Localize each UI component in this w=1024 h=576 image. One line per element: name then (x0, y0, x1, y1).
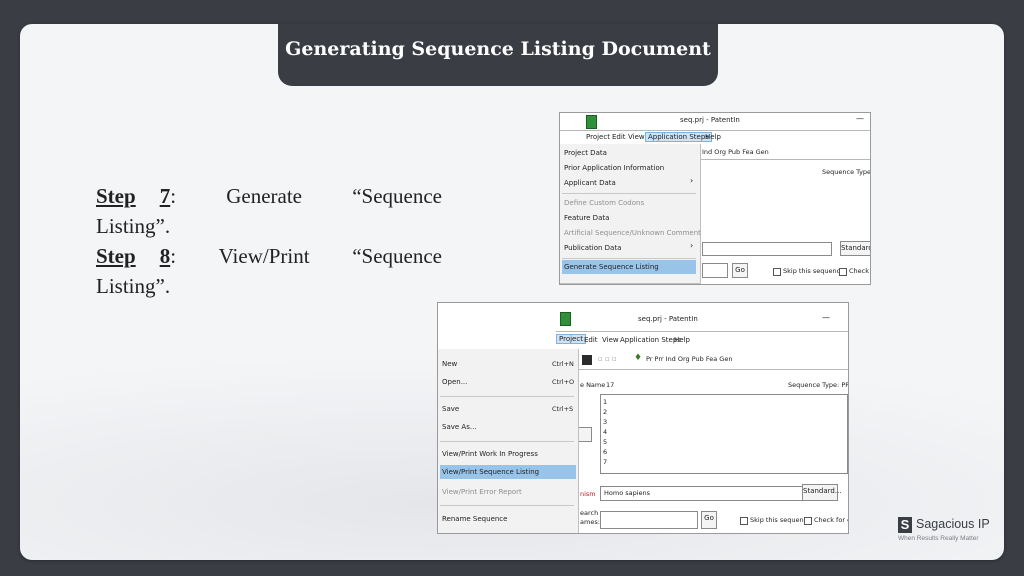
skip-sequence-checkbox[interactable] (773, 268, 781, 276)
patentin-app-icon (586, 115, 597, 129)
step-7-label: Step 7 (96, 184, 171, 208)
patentin-app-icon (560, 312, 571, 326)
standard-button[interactable]: Standard... (840, 241, 870, 256)
sequence-name-value: 17 (606, 381, 615, 389)
brand-tagline: When Results Really Matter (898, 535, 979, 542)
menu-item-artificial-sequence[interactable]: Artificial Sequence/Unknown Comment (562, 226, 701, 240)
go-button[interactable]: Go (732, 263, 748, 278)
skip-sequence-checkbox[interactable] (740, 517, 748, 525)
step-7-line: Step 7: Generate “Sequence (96, 184, 442, 208)
logo-mark-icon: S (898, 517, 912, 533)
check-label: Check fo (849, 267, 870, 275)
organism-label: nism (580, 490, 596, 498)
shortcut-open: Ctrl+O (552, 378, 575, 386)
menu-item-view-print-sequence-listing[interactable]: View/Print Sequence Listing (440, 465, 576, 479)
menu-help[interactable]: Help (705, 133, 721, 141)
submenu-arrow-icon: › (690, 176, 694, 185)
sequence-name-label: e Name (580, 381, 606, 389)
menu-application-steps[interactable]: Application Steps (645, 132, 712, 142)
key-icon[interactable]: ♦ (634, 353, 642, 363)
menu-item-view-print-work-in-progress[interactable]: View/Print Work In Progress (440, 447, 572, 461)
menu-item-rename-sequence[interactable]: Rename Sequence (440, 512, 572, 526)
step-8-continuation: Listing”. (96, 274, 171, 298)
minimize-button[interactable]: — (856, 114, 864, 123)
menu-view[interactable]: View (628, 133, 645, 141)
skip-sequence-label: Skip this sequence (750, 516, 812, 524)
side-button[interactable] (578, 427, 592, 442)
window-title: seq.prj - PatentIn (680, 116, 740, 124)
step-7-continuation: Listing”. (96, 214, 171, 238)
check-checkbox[interactable] (839, 268, 847, 276)
toolbar-buttons[interactable]: Ind Org Pub Fea Gen (702, 148, 769, 156)
project-dropdown: New Ctrl+N Open... Ctrl+O Save Ctrl+S Sa… (438, 349, 579, 533)
menu-item-generate-sequence-listing[interactable]: Generate Sequence Listing (562, 260, 696, 274)
menu-item-prior-application[interactable]: Prior Application Information (562, 161, 664, 175)
sequence-type-label: Sequence Type: PRT (788, 381, 849, 389)
step-8-label: Step 8 (96, 244, 171, 268)
organism-field[interactable] (702, 242, 832, 256)
menu-edit[interactable]: Edit (612, 133, 626, 141)
minimize-button[interactable]: — (822, 313, 830, 322)
save-toolbar-icon[interactable] (582, 355, 592, 365)
shortcut-save: Ctrl+S (552, 405, 574, 413)
search-field[interactable] (702, 263, 728, 278)
screenshot-application-steps-menu: seq.prj - PatentIn — Project Edit View A… (559, 112, 871, 285)
go-button[interactable]: Go (701, 511, 717, 529)
menu-item-applicant-data[interactable]: Applicant Data (562, 176, 616, 190)
submenu-arrow-icon: › (690, 241, 694, 250)
search-label: earch (580, 509, 599, 517)
menu-view[interactable]: View (602, 336, 619, 344)
skip-sequence-label: Skip this sequence (783, 267, 845, 275)
toolbar-disabled-icons: ▫ ▫ ▫ (598, 355, 617, 363)
menu-item-publication-data[interactable]: Publication Data (562, 241, 621, 255)
application-steps-dropdown: Project Data Prior Application Informati… (560, 144, 701, 284)
brand-name: Sagacious IP (916, 517, 990, 531)
organism-field[interactable]: Homo sapiens (600, 486, 810, 501)
search-label-2: ames: (580, 518, 600, 526)
menu-project[interactable]: Project (556, 334, 586, 344)
standard-button[interactable]: Standard... (802, 484, 842, 501)
shortcut-new: Ctrl+N (552, 360, 574, 368)
menu-item-define-custom-codons[interactable]: Define Custom Codons (562, 196, 644, 210)
menu-edit[interactable]: Edit (584, 336, 598, 344)
menu-item-view-print-error-report[interactable]: View/Print Error Report (440, 485, 572, 499)
search-field[interactable] (600, 511, 698, 529)
check-checkbox[interactable] (804, 517, 812, 525)
line-numbers: 1234567 (603, 398, 608, 466)
menu-item-project-data[interactable]: Project Data (562, 146, 607, 160)
toolbar-buttons[interactable]: Pr Prr Ind Org Pub Fea Gen (646, 355, 732, 363)
menu-application-steps[interactable]: Application Steps (620, 336, 681, 344)
screenshot-project-menu: seq.prj - PatentIn — Project Edit View A… (437, 302, 849, 534)
menu-item-feature-data[interactable]: Feature Data (562, 211, 609, 225)
menu-item-save-as[interactable]: Save As... (440, 420, 572, 434)
sequence-editor[interactable]: 1234567 (600, 394, 848, 474)
menu-project[interactable]: Project (586, 133, 610, 141)
slide-title: Generating Sequence Listing Document (285, 38, 711, 60)
steps-text: Step 7: Generate “Sequence Listing”. Step… (96, 181, 442, 301)
window-title: seq.prj - PatentIn (638, 315, 698, 323)
sequence-type-label: Sequence Type: P (822, 168, 871, 176)
step-8-line: Step 8: View/Print “Sequence (96, 244, 442, 268)
menu-help[interactable]: Help (674, 336, 690, 344)
check-label: Check for go (814, 516, 848, 524)
